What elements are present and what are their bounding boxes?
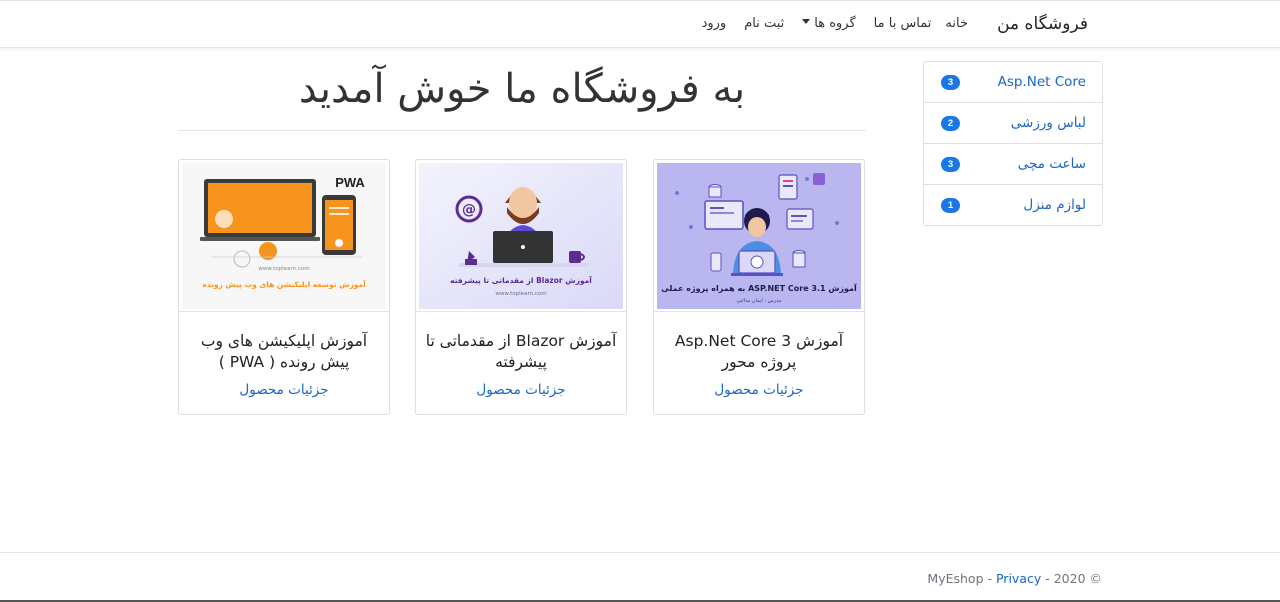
page-title: به فروشگاه ما خوش آمدید <box>298 66 746 112</box>
product-image[interactable]: @ آموزش Blazor از مقدماتی تا پیشرفته www… <box>419 163 623 309</box>
nav-groups-dropdown[interactable]: گروه ها <box>802 16 856 31</box>
image-divider <box>416 311 626 312</box>
nav-links: خانه تماس با ما گروه ها ثبت نام ورود <box>684 16 968 31</box>
product-details-link[interactable]: جزئیات محصول <box>416 382 626 398</box>
image-caption: آموزش توسعه اپلیکیشن های وب پیش رونده <box>202 279 366 289</box>
footer-copyright: MyEshop - Privacy - 2020 © <box>927 571 1102 586</box>
image-divider <box>654 311 864 312</box>
title-divider <box>178 130 866 131</box>
nav-groups-label: گروه ها <box>814 16 856 31</box>
nav-contact[interactable]: تماس با ما <box>874 16 932 31</box>
brand-logo[interactable]: فروشگاه من <box>997 14 1088 34</box>
footer-brand: MyEshop - <box>927 571 996 586</box>
product-title: آموزش اپلیکیشن های وب پیش رونده ( PWA ) <box>200 332 368 371</box>
blazor-course-illustration: @ آموزش Blazor از مقدماتی تا پیشرفته www… <box>419 163 623 309</box>
category-label: ساعت مچی <box>1017 156 1086 172</box>
product-details-link[interactable]: جزئیات محصول <box>654 382 864 398</box>
image-caption: آموزش Blazor از مقدماتی تا پیشرفته <box>450 275 592 285</box>
privacy-link[interactable]: Privacy <box>996 571 1041 586</box>
product-image[interactable]: PWA www.toplearn.com آموزش توسعه اپلیکیش… <box>182 163 386 309</box>
pwa-course-illustration: PWA www.toplearn.com آموزش توسعه اپلیکیش… <box>182 163 386 309</box>
count-badge: 3 <box>941 157 960 172</box>
product-card: آموزش ASP.NET Core 3.1 به همراه پروژه عم… <box>653 159 865 415</box>
image-subcaption: www.toplearn.com <box>258 266 309 272</box>
image-caption: آموزش ASP.NET Core 3.1 به همراه پروژه عم… <box>661 283 857 294</box>
caret-down-icon <box>802 19 811 24</box>
count-badge: 3 <box>941 75 960 90</box>
product-card: @ آموزش Blazor از مقدماتی تا پیشرفته www… <box>415 159 627 415</box>
image-divider <box>179 311 389 312</box>
category-item[interactable]: ساعت مچی 3 <box>924 144 1102 185</box>
category-label: لوازم منزل <box>1023 197 1086 213</box>
footer-year: - 2020 © <box>1041 571 1102 586</box>
product-details-link[interactable]: جزئیات محصول <box>179 382 389 398</box>
product-title: آموزش Blazor از مقدماتی تا پیشرفته <box>425 332 617 371</box>
category-item[interactable]: Asp.Net Core 3 <box>924 62 1102 103</box>
top-navbar: فروشگاه من خانه تماس با ما گروه ها ثبت ن… <box>0 0 1280 48</box>
image-subcaption: مدرس : ایمان مدائنی <box>737 298 782 304</box>
category-item[interactable]: لوازم منزل 1 <box>924 185 1102 225</box>
nav-home[interactable]: خانه <box>945 16 968 31</box>
count-badge: 2 <box>941 116 960 131</box>
product-title: آموزش Asp.Net Core 3 پروژه محور <box>674 332 844 371</box>
nav-register[interactable]: ثبت نام <box>744 16 784 31</box>
count-badge: 1 <box>941 198 960 213</box>
category-label: Asp.Net Core <box>997 74 1086 90</box>
category-item[interactable]: لباس ورزشی 2 <box>924 103 1102 144</box>
footer: MyEshop - Privacy - 2020 © <box>0 552 1280 602</box>
product-image[interactable]: آموزش ASP.NET Core 3.1 به همراه پروژه عم… <box>657 163 861 309</box>
category-label: لباس ورزشی <box>1010 115 1086 131</box>
pwa-badge: PWA <box>335 175 365 190</box>
nav-login[interactable]: ورود <box>702 16 727 31</box>
at-sign-icon: @ <box>462 202 476 218</box>
product-card: PWA www.toplearn.com آموزش توسعه اپلیکیش… <box>178 159 390 415</box>
image-subcaption: www.toplearn.com <box>495 291 546 297</box>
category-list: Asp.Net Core 3 لباس ورزشی 2 ساعت مچی 3 ل… <box>923 61 1103 226</box>
aspnet-course-illustration: آموزش ASP.NET Core 3.1 به همراه پروژه عم… <box>657 163 861 309</box>
